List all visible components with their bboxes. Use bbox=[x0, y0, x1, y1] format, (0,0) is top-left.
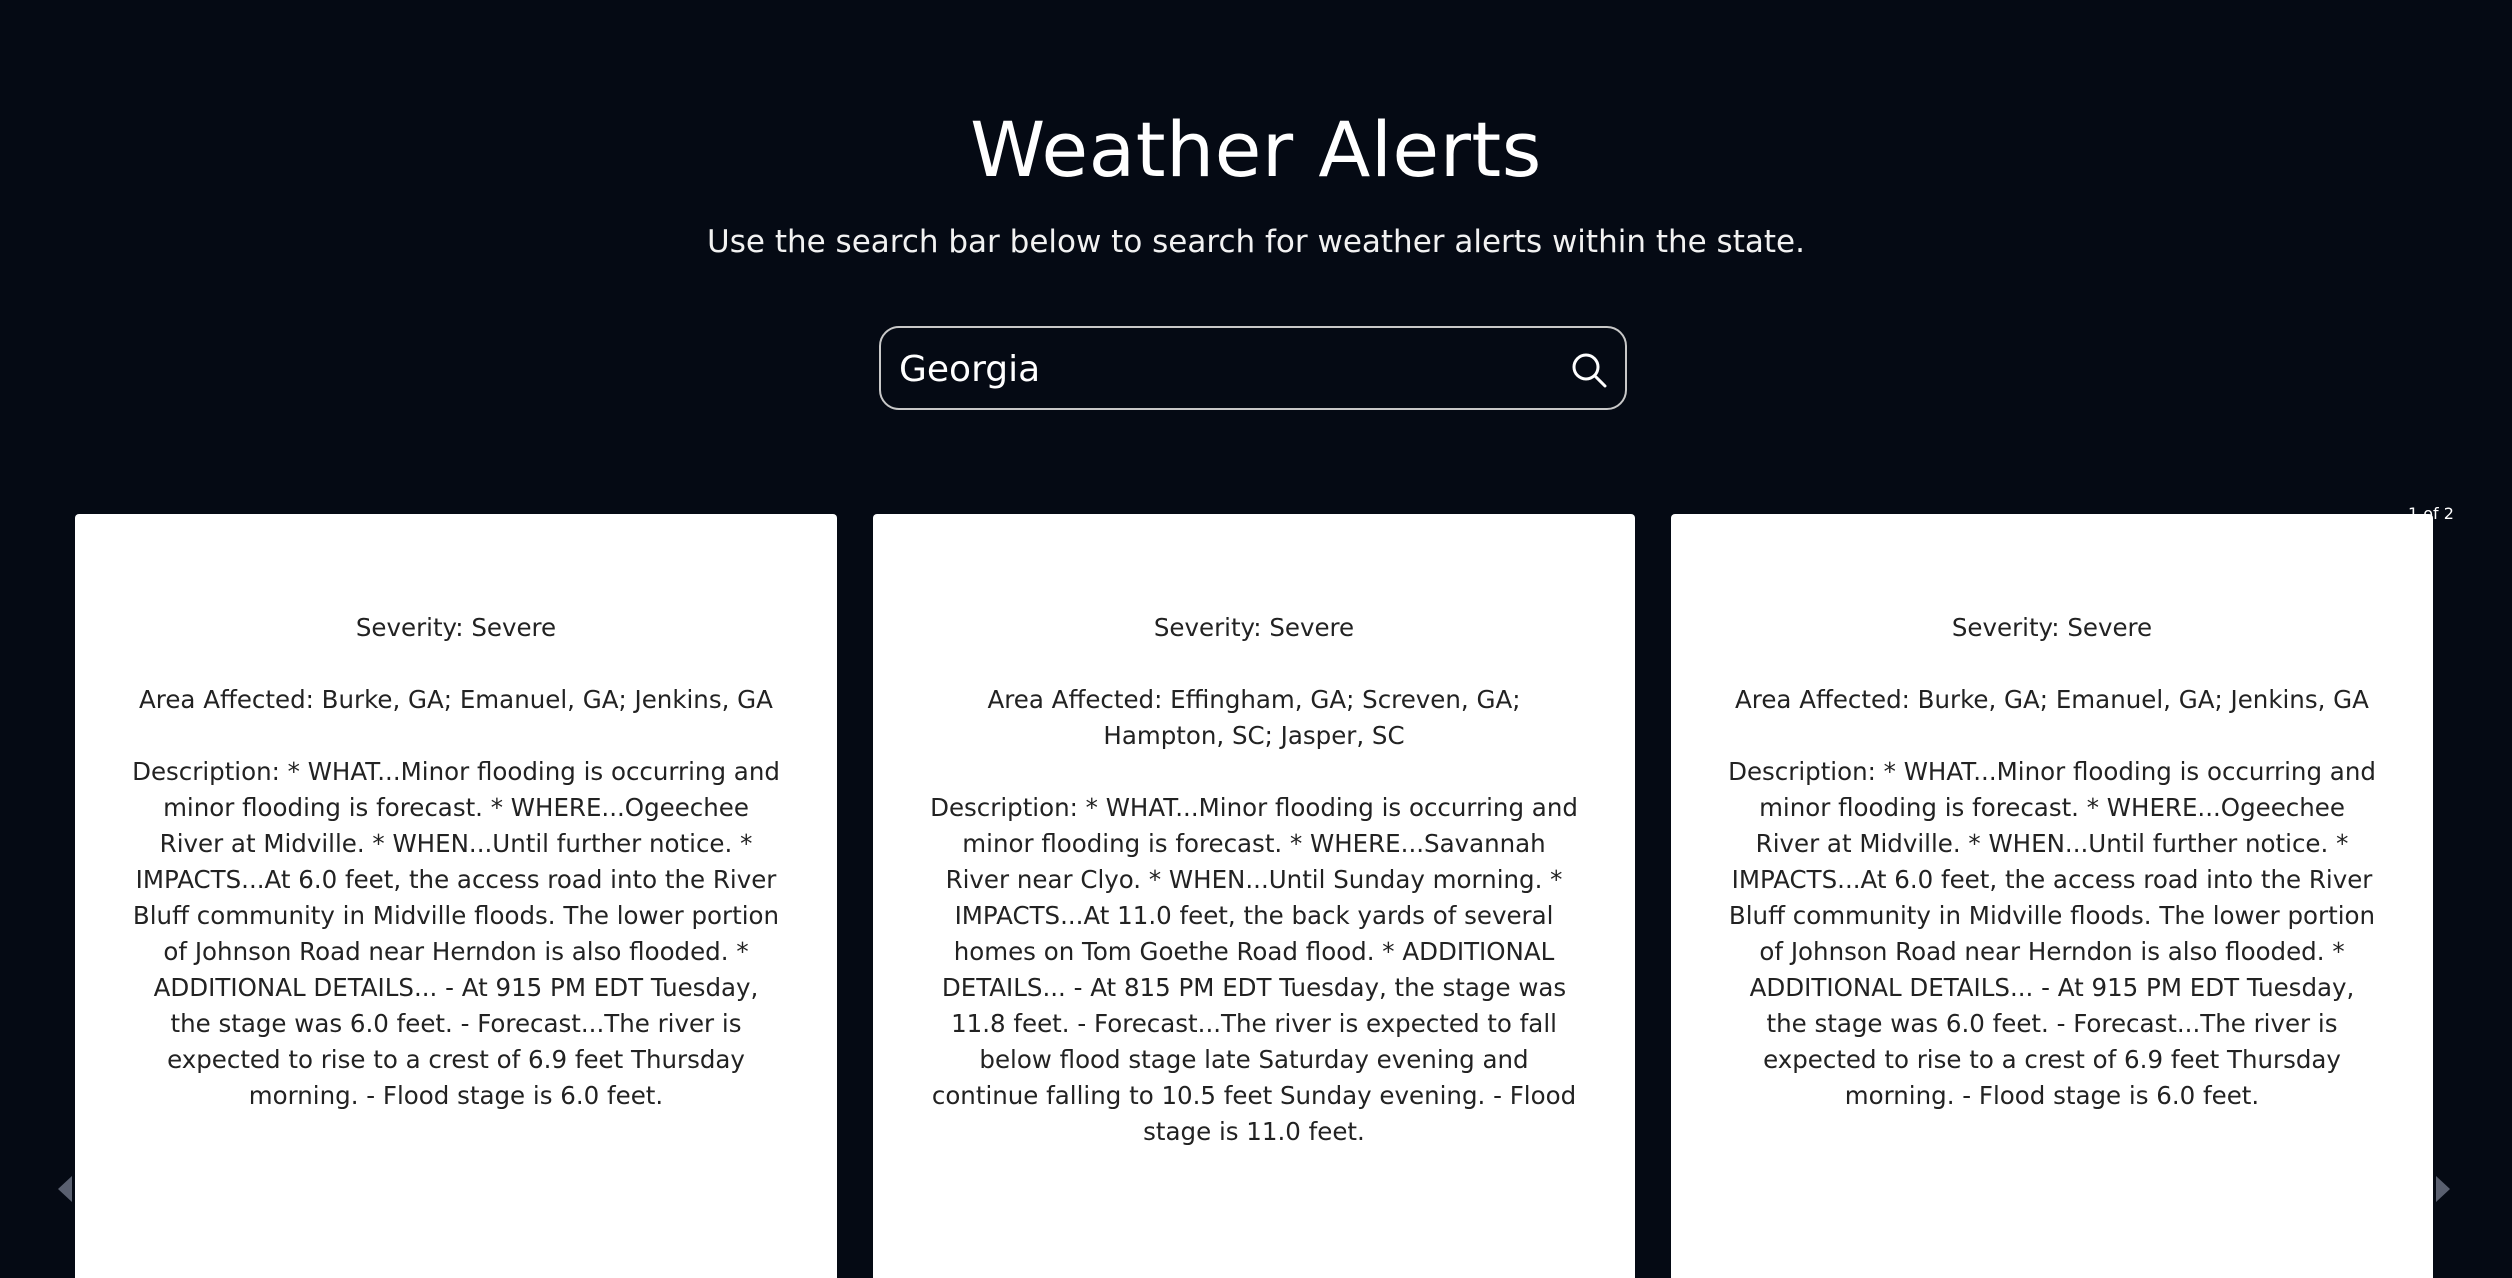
alert-card: Severity: Severe Area Affected: Effingha… bbox=[873, 514, 1635, 1278]
page-title: Weather Alerts bbox=[970, 105, 1542, 194]
chevron-left-icon[interactable] bbox=[58, 1176, 72, 1202]
alert-severity: Severity: Severe bbox=[1153, 613, 1355, 642]
alert-description: Description: * WHAT...Minor flooding is … bbox=[132, 757, 780, 1110]
alert-area: Area Affected: Burke, GA; Emanuel, GA; J… bbox=[1735, 685, 2369, 714]
weather-alerts-page: Weather Alerts Use the search bar below … bbox=[0, 0, 2512, 1278]
alert-severity: Severity: Severe bbox=[355, 613, 557, 642]
alert-area: Area Affected: Effingham, GA; Screven, G… bbox=[987, 685, 1521, 750]
page-subtitle: Use the search bar below to search for w… bbox=[707, 224, 1805, 260]
chevron-right-icon[interactable] bbox=[2436, 1176, 2450, 1202]
alert-description: Description: * WHAT...Minor flooding is … bbox=[1728, 757, 2376, 1110]
search-input[interactable] bbox=[899, 336, 1539, 402]
alert-card: Severity: Severe Area Affected: Burke, G… bbox=[75, 514, 837, 1278]
alert-area: Area Affected: Burke, GA; Emanuel, GA; J… bbox=[139, 685, 773, 714]
search-icon[interactable] bbox=[1567, 348, 1611, 392]
alert-card: Severity: Severe Area Affected: Burke, G… bbox=[1671, 514, 2433, 1278]
pagination-indicator: 1 of 2 bbox=[2408, 504, 2454, 523]
alert-severity: Severity: Severe bbox=[1951, 613, 2153, 642]
alert-description: Description: * WHAT...Minor flooding is … bbox=[930, 793, 1578, 1146]
search-bar[interactable] bbox=[879, 326, 1627, 410]
